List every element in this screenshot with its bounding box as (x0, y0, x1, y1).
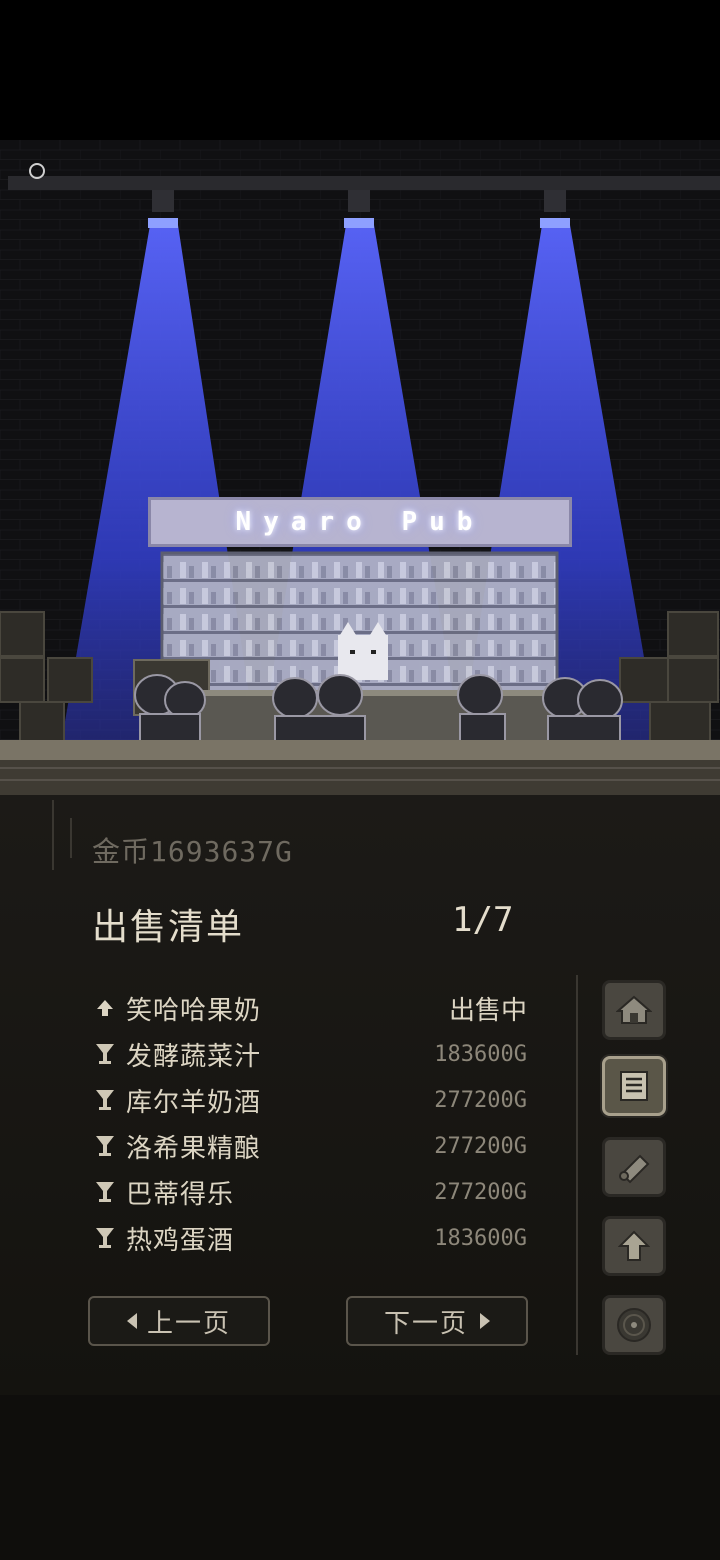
list-item[interactable]: 巴蒂得乐 277200G (92, 1169, 532, 1215)
item-name: 笑哈哈果奶 (126, 995, 262, 1026)
panel-decor-line (52, 800, 54, 870)
item-price: 277200G (434, 1179, 527, 1205)
side-button-upgrade[interactable] (602, 1216, 666, 1276)
scene-art (0, 140, 720, 795)
item-price: 183600G (434, 1041, 527, 1067)
side-button-scroll[interactable] (602, 1137, 666, 1197)
side-menu-divider (576, 975, 578, 1355)
item-name: 巴蒂得乐 (126, 1179, 235, 1210)
sale-list-title: 出售清单 (92, 907, 245, 948)
panel-decor-line (70, 818, 72, 858)
up-arrow-icon (618, 1230, 650, 1261)
prev-page-label: 上一页 (146, 1308, 231, 1339)
list-item[interactable]: 发酵蔬菜汁 183600G (92, 1031, 532, 1077)
goblet-icon (92, 1041, 118, 1067)
record-icon (617, 1308, 651, 1342)
goblet-icon (92, 1179, 118, 1205)
triangle-left-icon (126, 1313, 137, 1329)
item-name: 发酵蔬菜汁 (126, 1041, 262, 1072)
side-button-house[interactable] (602, 980, 666, 1040)
list-icon (620, 1071, 648, 1101)
scroll-icon (619, 1154, 650, 1184)
goblet-icon (92, 1225, 118, 1251)
prev-page-button[interactable]: 上一页 (88, 1296, 270, 1346)
item-name: 洛希果精酿 (126, 1133, 262, 1164)
triangle-right-icon (480, 1313, 490, 1329)
pub-scene: Nyaro Pub (0, 140, 720, 795)
list-item[interactable]: 库尔羊奶酒 277200G (92, 1077, 532, 1123)
side-button-list[interactable] (602, 1056, 666, 1116)
pub-sign-text: Nyaro Pub (235, 507, 485, 537)
item-name: 库尔羊奶酒 (126, 1087, 262, 1118)
gold-label: 金币 (92, 835, 151, 868)
gold-counter: 金币1693637G (92, 830, 293, 870)
next-page-label: 下一页 (383, 1308, 468, 1339)
next-page-button[interactable]: 下一页 (346, 1296, 528, 1346)
goblet-icon (92, 1087, 118, 1113)
goblet-icon (92, 1133, 118, 1159)
list-item[interactable]: 热鸡蛋酒 183600G (92, 1215, 532, 1261)
up-arrow-icon (92, 995, 118, 1021)
house-icon (616, 995, 652, 1024)
item-status: 出售中 (448, 995, 527, 1026)
page-indicator: 1/7 (452, 900, 514, 940)
item-name: 热鸡蛋酒 (126, 1225, 235, 1256)
list-item[interactable]: 洛希果精酿 277200G (92, 1123, 532, 1169)
side-button-record[interactable] (602, 1295, 666, 1355)
item-price: 277200G (434, 1133, 527, 1159)
item-price: 183600G (434, 1225, 527, 1251)
item-price: 277200G (434, 1087, 527, 1113)
list-item[interactable]: 笑哈哈果奶 出售中 (92, 985, 532, 1031)
sale-list: 笑哈哈果奶 出售中 发酵蔬菜汁 183600G 库尔羊奶酒 277200G 洛希… (92, 985, 532, 1261)
pub-sign: Nyaro Pub (148, 497, 572, 547)
gold-amount: 1693637G (150, 835, 293, 868)
